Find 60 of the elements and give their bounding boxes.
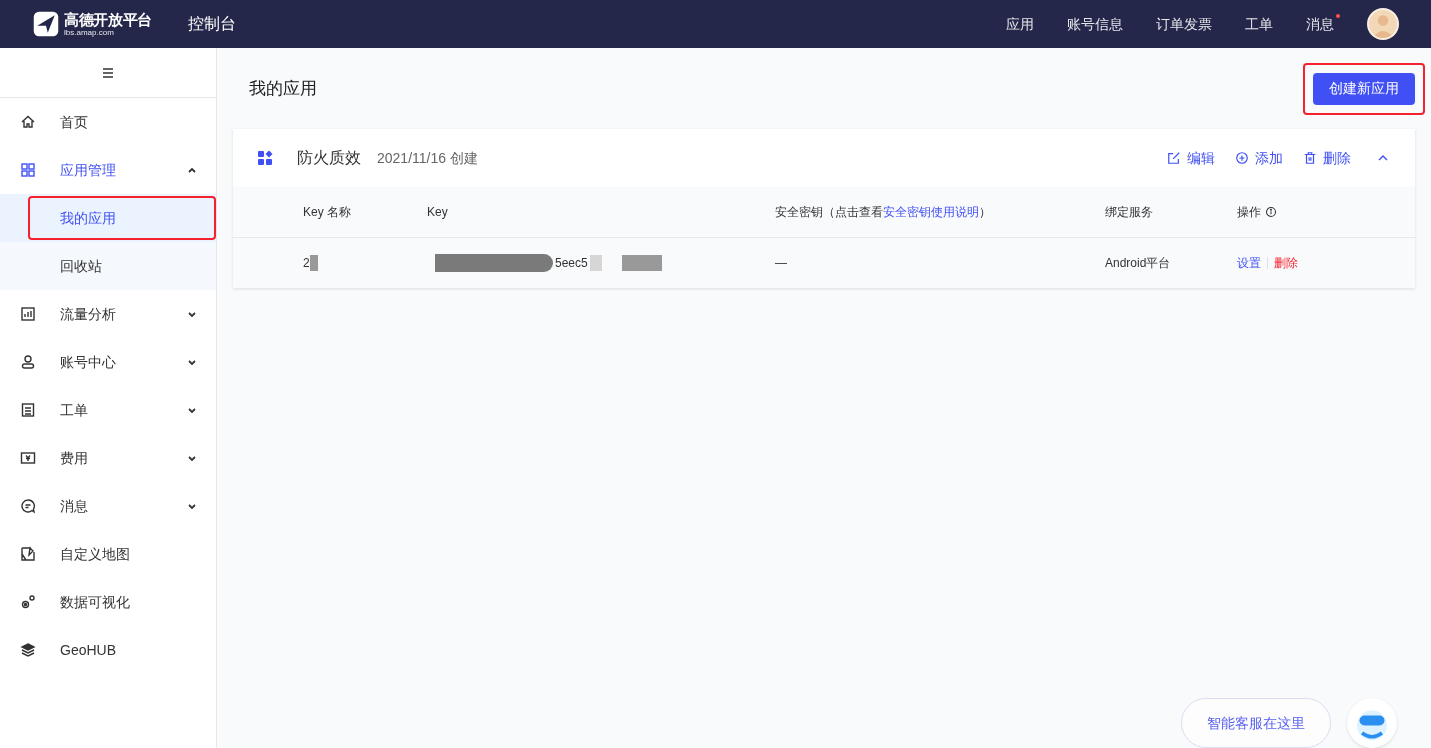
sidebar-item[interactable]: 工单 — [0, 386, 216, 434]
logo-icon — [32, 10, 60, 38]
edit-icon — [1167, 151, 1181, 165]
app-name: 防火质效 — [297, 148, 361, 168]
column-header: Key — [427, 204, 448, 221]
nav-link[interactable]: 订单发票 — [1156, 13, 1212, 35]
table-cell-text: 5eec5 — [555, 255, 588, 272]
redaction-mark — [589, 255, 602, 271]
sidebar-item[interactable]: 消息 — [0, 482, 216, 530]
sidebar-item[interactable]: 自定义地图 — [0, 530, 216, 578]
table-cell-text: — — [775, 255, 788, 272]
logo-url: lbs.amap.com — [64, 28, 115, 37]
currency-icon — [20, 450, 36, 466]
sidebar-item[interactable]: 应用管理 — [0, 146, 216, 194]
nav-link[interactable]: 账号信息 — [1067, 13, 1123, 35]
list-icon — [20, 402, 36, 418]
circles-icon — [20, 594, 36, 610]
avatar[interactable] — [1367, 8, 1399, 40]
sidebar-item[interactable]: 数据可视化 — [0, 578, 216, 626]
chart-icon — [20, 306, 36, 322]
card-action[interactable]: 删除 — [1303, 147, 1351, 169]
card-action[interactable]: 添加 — [1235, 147, 1283, 169]
sidebar-subitem[interactable]: 我的应用 — [0, 194, 216, 242]
redaction-mark — [309, 255, 318, 271]
help-link[interactable]: 安全密钥使用说明 — [883, 205, 979, 219]
row-action-link[interactable]: 删除 — [1274, 254, 1298, 272]
assistant-avatar[interactable] — [1347, 698, 1397, 748]
apps-icon — [257, 150, 273, 166]
layers-icon — [20, 642, 36, 658]
console-title: 控制台 — [187, 14, 236, 34]
add-icon — [1235, 151, 1249, 165]
assistant-button[interactable]: 智能客服在这里 — [1181, 698, 1331, 748]
column-header: 安全密钥（点击查看安全密钥使用说明） — [775, 204, 991, 221]
created-date: 2021/11/16 创建 — [377, 148, 478, 168]
column-header: 操作 — [1237, 204, 1261, 221]
create-button[interactable]: 创建新应用 — [1313, 72, 1415, 105]
sidebar-item[interactable]: 首页 — [0, 98, 216, 146]
sidebar-item[interactable]: 账号中心 — [0, 338, 216, 386]
map-icon — [20, 546, 36, 562]
table-cell-text: Android平台 — [1105, 255, 1172, 272]
row-action-link[interactable]: 设置 — [1237, 254, 1261, 272]
sidebar-subitem[interactable]: 回收站 — [0, 242, 216, 290]
person-icon — [20, 354, 36, 370]
home-icon — [20, 114, 36, 130]
sidebar-item[interactable]: 流量分析 — [0, 290, 216, 338]
nav-link[interactable]: 应用 — [1006, 13, 1034, 35]
table-cell-text: 2 — [303, 255, 310, 272]
column-header: 绑定服务 — [1105, 204, 1153, 221]
nav-link[interactable]: 消息 — [1306, 13, 1334, 35]
column-header: Key 名称 — [303, 204, 351, 221]
trash-icon — [1303, 151, 1317, 165]
nav-link[interactable]: 工单 — [1245, 13, 1273, 35]
redaction-mark — [621, 255, 662, 271]
chat-icon — [20, 498, 36, 514]
sidebar-item[interactable]: GeoHUB — [0, 626, 216, 674]
grid-icon — [20, 162, 36, 178]
sidebar-item[interactable]: 费用 — [0, 434, 216, 482]
card-action[interactable]: 编辑 — [1167, 147, 1215, 169]
logo-text: 高德开放平台 — [64, 11, 152, 27]
page-title: 我的应用 — [249, 77, 317, 100]
